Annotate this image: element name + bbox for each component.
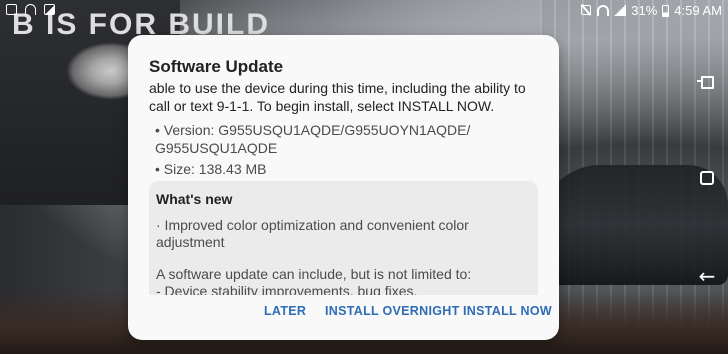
install-now-button[interactable]: INSTALL NOW <box>463 304 552 318</box>
dialog-title: Software Update <box>149 57 284 76</box>
back-button[interactable]: ← <box>694 263 720 289</box>
later-button[interactable]: LATER <box>264 304 306 318</box>
battery-icon <box>662 4 670 17</box>
intro-line: able to use the device during this time,… <box>149 80 526 96</box>
status-left-icons <box>6 4 55 15</box>
version-line: G955USQU1AQDE <box>155 140 278 156</box>
software-update-dialog: Software Update able to use the device d… <box>128 35 559 340</box>
screen: B IS FOR BUILD 31% 4:59 AM ← Software Up… <box>0 0 728 354</box>
dialog-actions: LATER INSTALL OVERNIGHT INSTALL NOW <box>128 301 559 327</box>
home-icon <box>700 171 714 185</box>
whats-new-body: · Improved color optimization and conven… <box>156 217 528 295</box>
signal-icon <box>614 5 627 16</box>
battery-percent: 31% <box>631 3 658 18</box>
recents-icon <box>696 75 714 89</box>
size-info: • Size: 138.43 MB <box>155 161 267 177</box>
whats-new-line: · Improved color optimization and conven… <box>156 217 469 233</box>
whats-new-line: A software update can include, but is no… <box>156 266 472 282</box>
mute-icon <box>580 5 592 16</box>
navigation-bar: ← <box>688 22 728 354</box>
intro-line: call or text 9-1-1. To begin install, se… <box>149 98 495 114</box>
dialog-intro: able to use the device during this time,… <box>149 79 544 115</box>
whats-new-title: What's new <box>156 191 233 207</box>
whats-new-line: - Device stability improvements, bug fix… <box>156 283 418 295</box>
whats-new-spacer <box>156 251 528 266</box>
version-line: • Version: G955USQU1AQDE/G955UOYN1AQDE/ <box>155 122 471 138</box>
version-info: • Version: G955USQU1AQDE/G955UOYN1AQDE/ … <box>155 121 545 157</box>
wifi-calling-icon <box>25 4 36 15</box>
update-details: • Version: G955USQU1AQDE/G955UOYN1AQDE/ … <box>155 121 545 181</box>
home-button[interactable] <box>694 165 720 191</box>
checkbox-icon <box>6 4 17 15</box>
whats-new-panel[interactable]: What's new · Improved color optimization… <box>149 181 538 295</box>
install-overnight-button[interactable]: INSTALL OVERNIGHT <box>325 304 460 318</box>
back-icon: ← <box>698 264 716 288</box>
clock: 4:59 AM <box>674 3 722 18</box>
gallery-icon <box>44 4 55 15</box>
status-right: 31% 4:59 AM <box>580 3 722 18</box>
recents-button[interactable] <box>694 69 720 95</box>
status-bar: 31% 4:59 AM <box>0 0 728 22</box>
whats-new-line: adjustment <box>156 234 225 250</box>
wifi-icon <box>597 5 610 16</box>
